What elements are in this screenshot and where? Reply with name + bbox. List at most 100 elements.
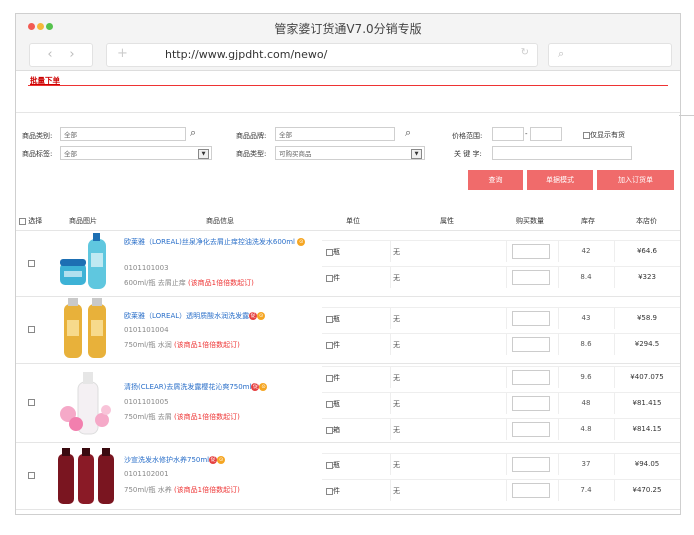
keyword-input[interactable]: [492, 146, 632, 160]
qty-cell: [506, 333, 559, 355]
qty-cell: [506, 240, 559, 262]
product-name-text: 欧莱雅（LOREAL)丝泉净化去屑止痒控油洗发水600ml: [124, 238, 295, 246]
shampoo-bottle-icon: [60, 233, 106, 289]
browser-window: 管家婆订货通V7.0分销专版 ‹ › + http://www.gjpdht.c…: [15, 13, 681, 515]
type-select[interactable]: 可购买商品 ▼: [275, 146, 425, 160]
divider: [28, 85, 668, 86]
attr-value: 无: [393, 400, 400, 408]
price-cell: ¥814.15: [614, 418, 680, 440]
unit-cell: 箱: [322, 418, 391, 440]
stock-cell: 37: [558, 453, 615, 475]
qty-cell: [506, 366, 559, 388]
hot-badge-icon: 促: [209, 456, 218, 464]
unit-option[interactable]: 瓶: [326, 314, 340, 324]
quantity-input[interactable]: [512, 270, 550, 285]
address-bar[interactable]: + http://www.gjpdht.com/newo/ ↻: [106, 43, 538, 67]
qty-cell: [506, 479, 559, 501]
add-to-order-button[interactable]: 加入订货单: [597, 170, 674, 190]
instock-filter[interactable]: 仅显示有货: [583, 130, 625, 140]
unit-option[interactable]: 件: [326, 273, 340, 283]
unit-option[interactable]: 件: [326, 486, 340, 496]
stock-header: 库存: [581, 217, 595, 225]
unit-option[interactable]: 瓶: [326, 460, 340, 470]
product-image[interactable]: [56, 298, 118, 364]
attr-cell: 无: [390, 479, 507, 501]
attr-cell: 无: [390, 333, 507, 355]
shampoo-bottle-icon: [58, 448, 114, 504]
unit-cell: 件: [322, 479, 391, 501]
select-all-checkbox[interactable]: [19, 217, 26, 225]
stock-cell: 9.6: [558, 366, 615, 388]
brand-input[interactable]: 全部: [275, 127, 395, 141]
row-checkbox[interactable]: [28, 471, 35, 479]
category-search-icon[interactable]: ⌕: [190, 126, 196, 140]
min-order-note: (该商品1倍倍数起订): [173, 486, 240, 494]
stock-value: 8.4: [580, 273, 592, 281]
unit-option[interactable]: 箱: [326, 425, 340, 435]
row-checkbox[interactable]: [28, 398, 35, 406]
product-image[interactable]: [56, 446, 118, 508]
shampoo-bottle-icon: [64, 298, 106, 358]
product-image[interactable]: [56, 231, 118, 297]
reload-icon[interactable]: ↻: [521, 47, 529, 58]
price-value: ¥323: [638, 273, 656, 281]
category-input[interactable]: 全部: [60, 127, 186, 141]
stock-cell: 42: [558, 240, 615, 262]
brand-search-icon[interactable]: ⌕: [405, 126, 411, 140]
quantity-input[interactable]: [512, 396, 550, 411]
product-name[interactable]: 沙宣洗发水修护水养750ml促 ⊙: [124, 455, 319, 466]
type-select-value: 可购买商品: [279, 150, 312, 158]
qty-cell: [506, 307, 559, 329]
attr-cell: 无: [390, 266, 507, 288]
price-cell: ¥323: [614, 266, 680, 288]
unit-label: 件: [333, 374, 340, 382]
add-tab-icon[interactable]: +: [117, 46, 128, 61]
row-checkbox[interactable]: [28, 325, 35, 333]
unit-option[interactable]: 件: [326, 340, 340, 350]
table-row: 欧莱雅（LOREAL)丝泉净化去屑止痒控油洗发水600ml ⊙ 01011010…: [16, 231, 680, 297]
tag-select[interactable]: 全部 ▼: [60, 146, 212, 160]
back-icon[interactable]: ‹: [40, 47, 60, 63]
row-checkbox[interactable]: [28, 259, 35, 267]
unit-option[interactable]: 瓶: [326, 247, 340, 257]
price-dash: -: [525, 130, 528, 138]
attr-value: 无: [393, 374, 400, 382]
instock-checkbox[interactable]: [583, 131, 590, 139]
attr-cell: 无: [390, 307, 507, 329]
product-image[interactable]: [56, 370, 118, 438]
nav-buttons: ‹ ›: [29, 43, 93, 67]
quantity-input[interactable]: [512, 483, 550, 498]
batch-mode-button[interactable]: 单据模式: [527, 170, 593, 190]
quantity-input[interactable]: [512, 370, 550, 385]
stock-cell: 4.8: [558, 418, 615, 440]
min-order-note: (该商品1倍倍数起订): [173, 341, 240, 349]
quantity-input[interactable]: [512, 311, 550, 326]
hot-badge-icon: 促: [249, 312, 258, 320]
unit-cell: 件: [322, 333, 391, 355]
unit-option[interactable]: 件: [326, 373, 340, 383]
query-button[interactable]: 查询: [468, 170, 523, 190]
min-order-note: (该商品1倍倍数起订): [187, 279, 254, 287]
unit-option[interactable]: 瓶: [326, 399, 340, 409]
quantity-input[interactable]: [512, 457, 550, 472]
attr-cell: 无: [390, 418, 507, 440]
product-name[interactable]: 清扬(CLEAR)去屑洗发露樱花沁爽750ml促 ⊙: [124, 382, 319, 393]
price-min-input[interactable]: [492, 127, 524, 141]
attr-cell: 无: [390, 240, 507, 262]
browser-search[interactable]: ⌕: [548, 43, 672, 67]
product-spec-text: 750ml/瓶 去屑: [124, 413, 172, 421]
price-value: ¥58.9: [636, 314, 658, 322]
price-label: 价格范围:: [452, 132, 483, 140]
attr-cell: 无: [390, 453, 507, 475]
select-header: 选择: [28, 217, 43, 225]
price-value: ¥94.05: [634, 460, 660, 468]
select-all[interactable]: 选择: [19, 216, 42, 226]
price-max-input[interactable]: [530, 127, 562, 141]
page-edge-divider: [679, 115, 694, 116]
quantity-input[interactable]: [512, 422, 550, 437]
quantity-input[interactable]: [512, 244, 550, 259]
forward-icon[interactable]: ›: [62, 47, 82, 63]
product-name[interactable]: 欧莱雅（LOREAL）透明质酸水润洗发露促 ⊙: [124, 311, 319, 322]
quantity-input[interactable]: [512, 337, 550, 352]
product-name[interactable]: 欧莱雅（LOREAL)丝泉净化去屑止痒控油洗发水600ml ⊙: [124, 237, 319, 248]
